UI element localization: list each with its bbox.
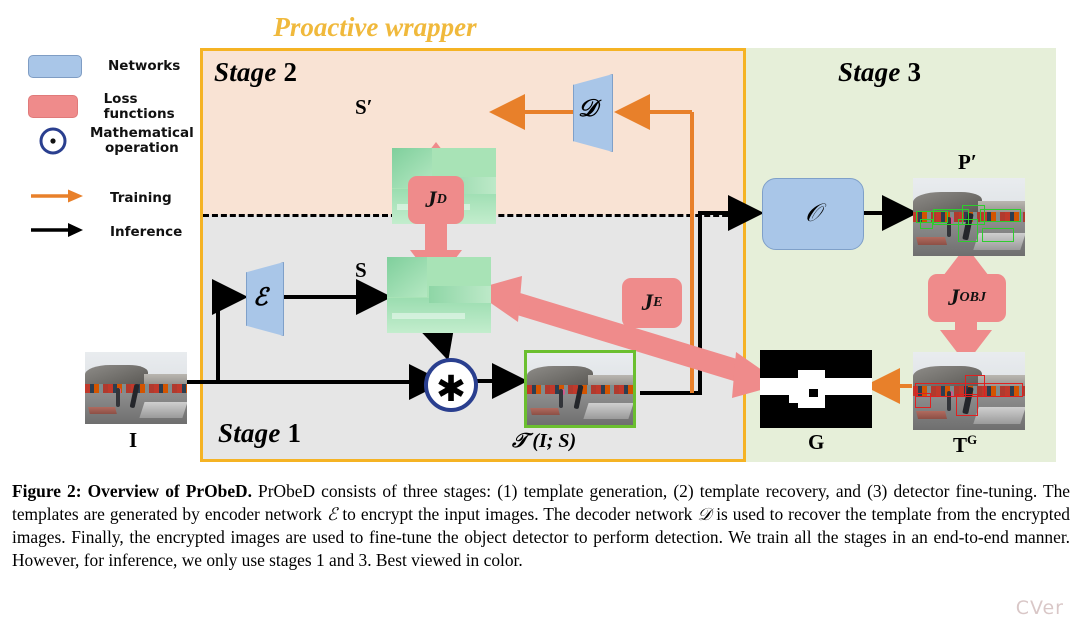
- skatepark-photo: [85, 352, 187, 424]
- caption-bold-lead: Figure 2: Overview of PrObeD.: [12, 481, 252, 501]
- decoder-loss-badge: JD: [408, 176, 464, 224]
- detector-network-label: 𝒪: [805, 200, 821, 227]
- label-recovered-template: S′: [355, 95, 373, 119]
- caption-symbol-encoder: ℰ: [326, 503, 338, 524]
- encrypted-image-thumbnail: [524, 350, 636, 428]
- object-loss-badge: J OBJ: [928, 274, 1006, 322]
- encoder-network-label: ℰ: [253, 285, 268, 311]
- detection-target-image-thumbnail: [913, 352, 1025, 430]
- caption-symbol-decoder: 𝒟: [697, 503, 712, 524]
- input-image-thumbnail: [85, 352, 187, 424]
- multiply-operation-icon: ✱: [424, 358, 478, 412]
- label-template: S: [355, 258, 367, 282]
- encoder-loss-badge: JE: [622, 278, 682, 328]
- template-image: [387, 257, 491, 333]
- label-encrypted-image: 𝒯 (I; S): [512, 430, 577, 452]
- label-input-image: I: [129, 428, 138, 452]
- ground-truth-mask: [760, 350, 872, 428]
- prediction-image-thumbnail: [913, 178, 1025, 256]
- label-prediction: P′: [958, 150, 977, 174]
- label-detection-target: TG: [953, 432, 978, 457]
- detector-network-block[interactable]: 𝒪: [762, 178, 864, 250]
- label-ground-truth-mask: G: [808, 430, 825, 454]
- watermark: CVer: [1015, 597, 1064, 619]
- decoder-network-label: 𝒟: [578, 96, 598, 122]
- caption-body-2: to encrypt the input images. The decoder…: [337, 503, 698, 524]
- figure-diagram: Proactive wrapper Stage 2 Stage 1 Stage …: [0, 0, 1080, 470]
- skatepark-photo-encrypted: [527, 353, 633, 425]
- figure-caption: Figure 2: Overview of PrObeD. PrObeD con…: [12, 480, 1070, 572]
